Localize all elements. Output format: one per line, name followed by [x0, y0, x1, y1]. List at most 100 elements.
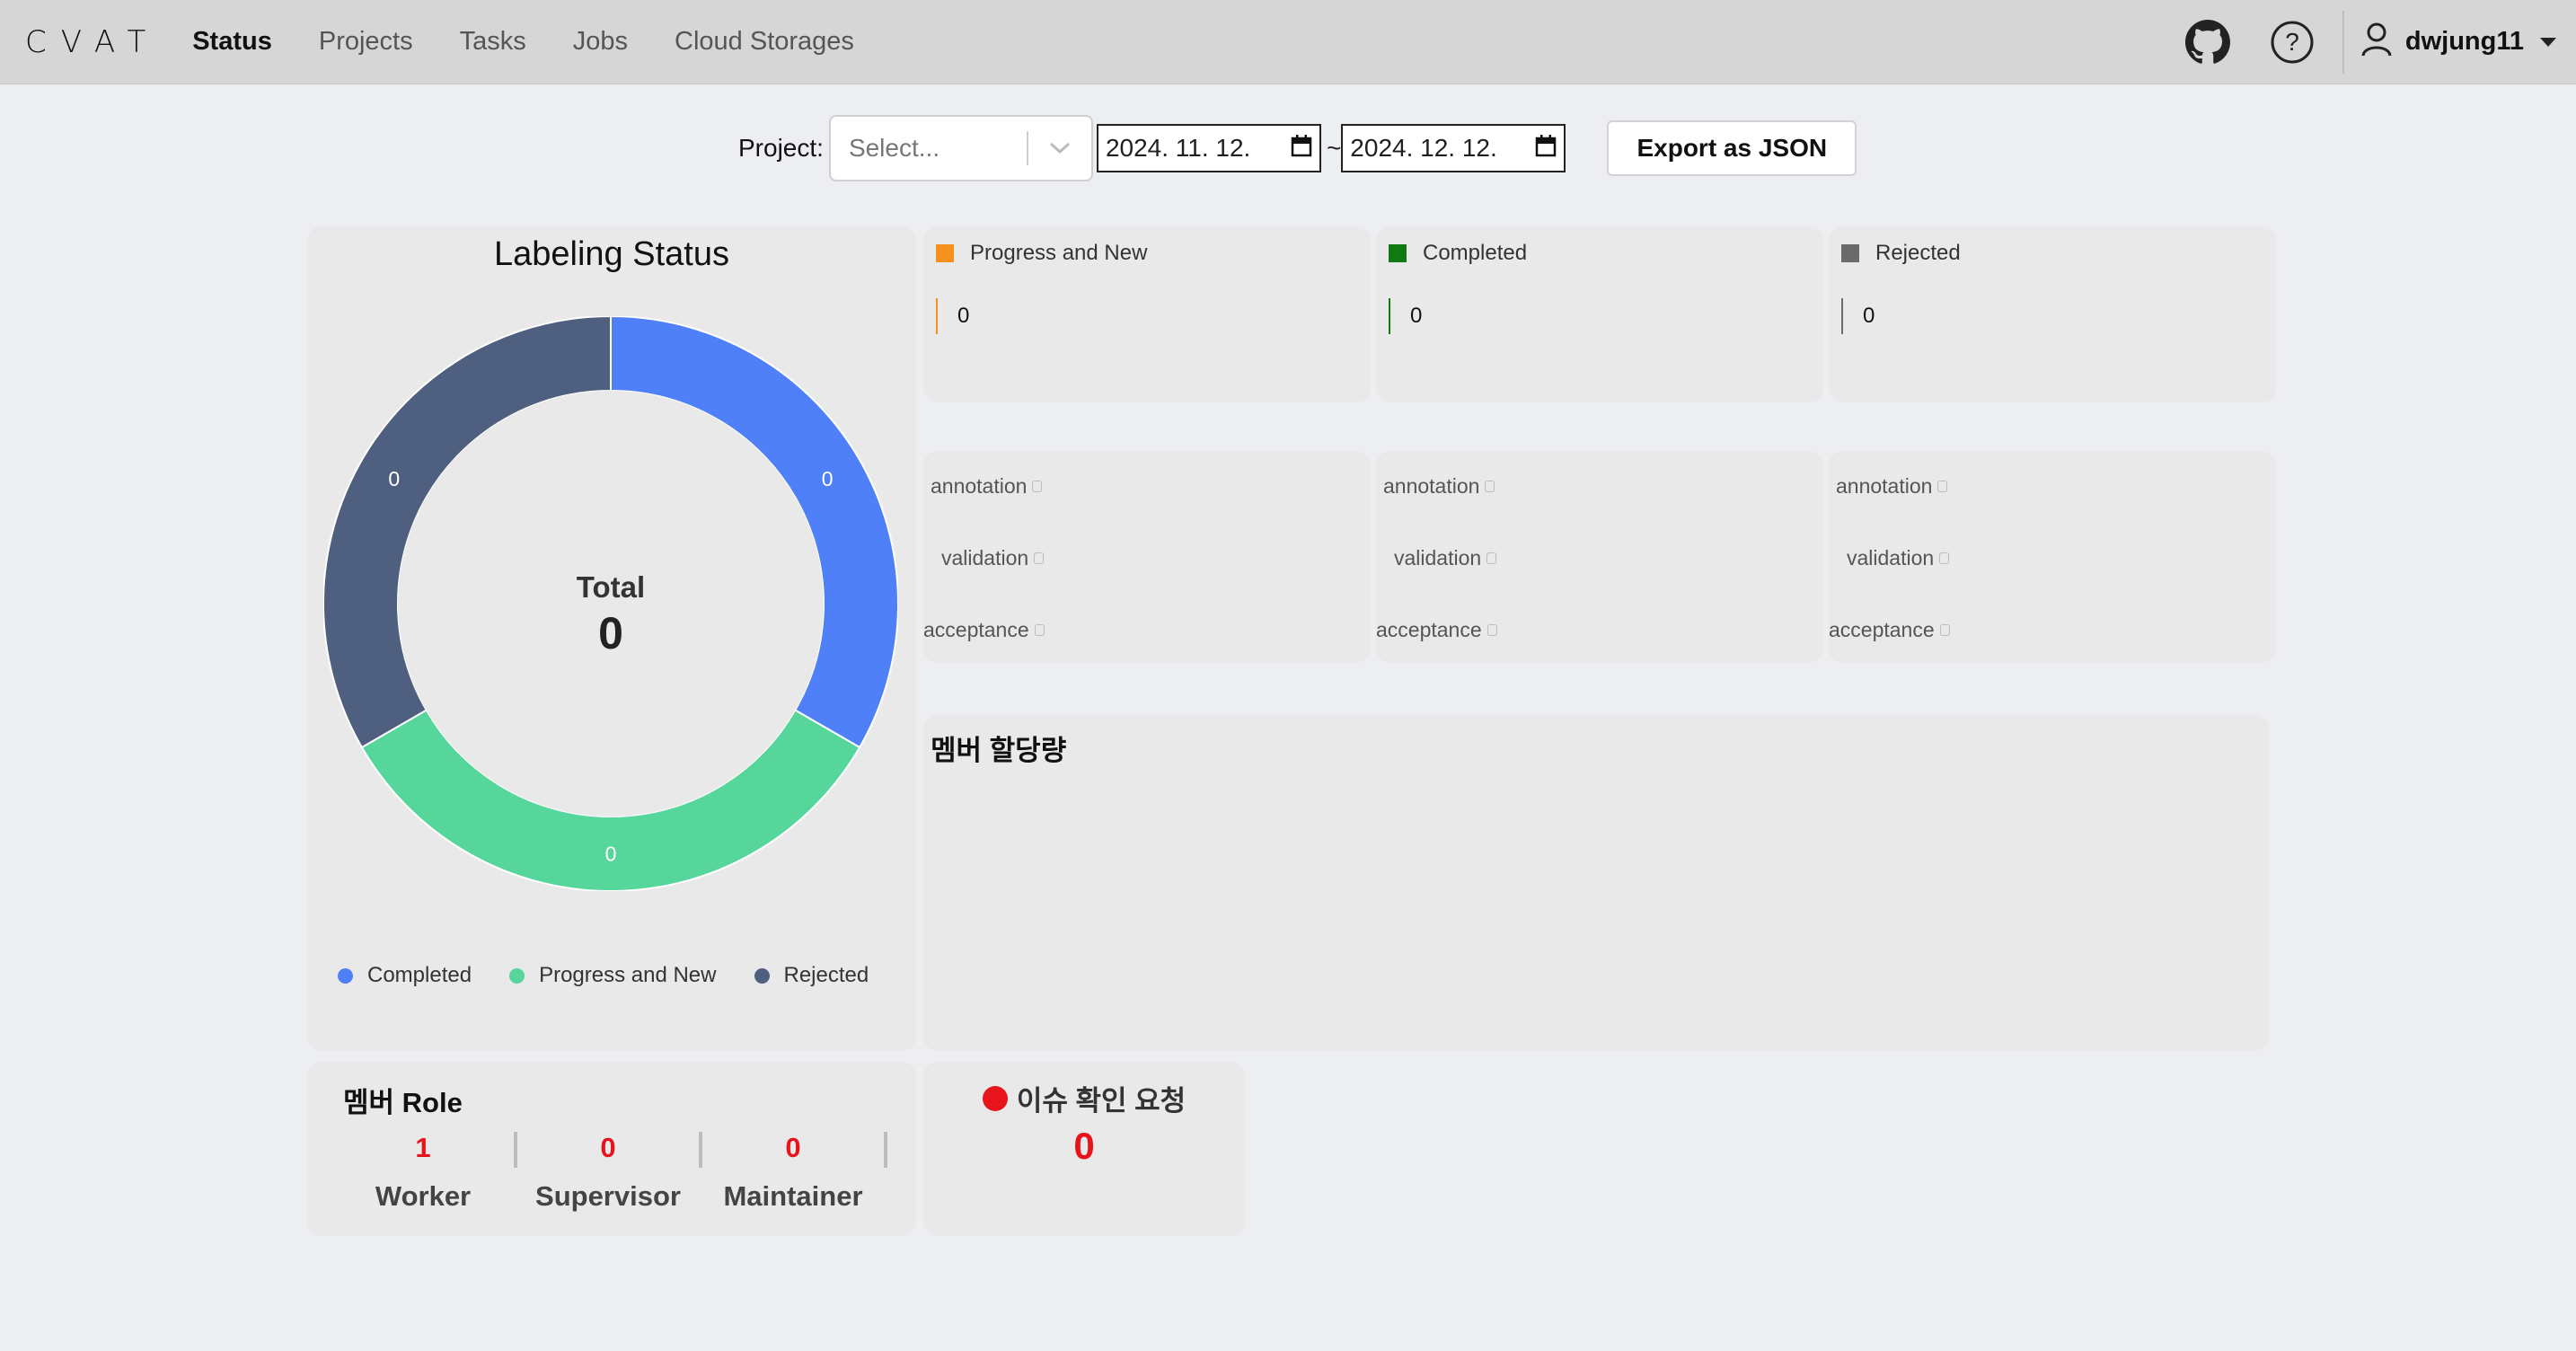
nav-projects[interactable]: Projects — [319, 27, 413, 57]
nav-status[interactable]: Status — [192, 27, 272, 57]
donut-segment-label: 0 — [605, 843, 617, 866]
stat-value: 0 — [957, 304, 970, 328]
donut-hole — [398, 391, 824, 817]
stage-label: validation — [941, 546, 1029, 570]
role-count: 0 — [600, 1132, 616, 1163]
stat-bar — [1841, 298, 1843, 334]
issue-request-card: 이슈 확인 요청 0 — [923, 1062, 1245, 1236]
mini-bar — [1034, 624, 1045, 636]
stage-label: annotation — [931, 474, 1028, 498]
calendar-icon[interactable] — [1535, 134, 1557, 163]
status-color-square — [936, 244, 954, 262]
mini-bar — [1032, 481, 1043, 492]
legend-dot — [754, 967, 770, 984]
stage-validation: validation — [1394, 546, 1497, 570]
mini-bar — [1937, 481, 1948, 492]
donut-total-value: 0 — [598, 608, 623, 658]
project-select-placeholder: Select... — [848, 134, 940, 162]
issue-count: 0 — [1073, 1125, 1095, 1167]
top-navbar: CVAT Status Projects Tasks Jobs Cloud St… — [0, 0, 2576, 84]
stage-label: validation — [1394, 546, 1482, 570]
legend-label: Rejected — [783, 963, 869, 987]
chevron-down-icon — [1028, 141, 1091, 155]
calendar-icon[interactable] — [1291, 134, 1312, 163]
date-separator: ~ — [1326, 134, 1342, 162]
cvat-logo[interactable]: CVAT — [25, 24, 160, 60]
header-divider — [2342, 10, 2344, 74]
role-divider — [884, 1132, 887, 1168]
stage-label: acceptance — [1376, 618, 1482, 641]
labeling-status-title: Labeling Status — [494, 235, 729, 273]
stat-label: Completed — [1423, 241, 1528, 265]
donut-segment-label: 0 — [822, 467, 834, 490]
legend-label: Completed — [367, 963, 472, 987]
stage-acceptance: acceptance — [1829, 618, 1950, 642]
legend-rejected[interactable]: Rejected — [754, 963, 869, 988]
role-name: Worker — [375, 1180, 472, 1212]
role-name: Supervisor — [535, 1180, 681, 1212]
project-label: Project: — [738, 134, 824, 162]
stage-validation: validation — [941, 546, 1045, 570]
legend-progress-and-new[interactable]: Progress and New — [509, 963, 717, 988]
labeling-status-donut: Total 0 0 0 0 — [323, 316, 898, 891]
donut-legend: Completed Progress and New Rejected — [338, 963, 869, 988]
stat-value: 0 — [1410, 304, 1423, 328]
role-name: Maintainer — [723, 1180, 863, 1212]
issue-request-title: 이슈 확인 요청 — [1016, 1085, 1187, 1117]
date-to-value: 2024. 12. 12. — [1350, 134, 1497, 162]
stage-annotation: annotation — [931, 474, 1043, 499]
member-allocation-card: 멤버 할당량 — [923, 715, 2269, 1051]
stage-validation: validation — [1847, 546, 1950, 570]
user-icon — [2360, 22, 2393, 62]
stage-label: annotation — [1383, 474, 1480, 498]
stat-label: Rejected — [1875, 241, 1961, 265]
stat-value-row: 0 — [1841, 298, 1875, 334]
svg-text:?: ? — [2285, 28, 2299, 56]
stage-card-progress: annotation validation acceptance — [923, 451, 1371, 663]
role-count: 0 — [785, 1132, 801, 1163]
legend-label: Progress and New — [539, 963, 717, 987]
role-maintainer: 0 Maintainer — [701, 1128, 887, 1213]
help-icon[interactable]: ? — [2269, 19, 2316, 66]
chevron-down-icon — [2540, 37, 2556, 47]
labeling-status-card: Labeling Status Total 0 0 0 0 Completed Pr… — [307, 226, 916, 1051]
github-icon[interactable] — [2184, 19, 2231, 66]
mini-bar — [1485, 481, 1495, 492]
stat-card-rejected: Rejected 0 — [1829, 226, 2276, 402]
status-color-square — [1841, 244, 1859, 262]
nav-jobs[interactable]: Jobs — [573, 27, 628, 57]
stage-label: acceptance — [923, 618, 1029, 641]
stage-label: validation — [1847, 546, 1935, 570]
stage-annotation: annotation — [1383, 474, 1495, 499]
date-from-value: 2024. 11. 12. — [1105, 134, 1251, 162]
mini-bar — [1486, 552, 1497, 564]
mini-bar — [1486, 624, 1497, 636]
red-dot-icon — [982, 1085, 1008, 1111]
stage-label: acceptance — [1829, 618, 1935, 641]
stat-value-row: 0 — [1389, 298, 1422, 334]
nav-cloud-storages[interactable]: Cloud Storages — [675, 27, 854, 57]
stat-bar — [936, 298, 938, 334]
stage-card-rejected: annotation validation acceptance — [1829, 451, 2276, 663]
legend-completed[interactable]: Completed — [338, 963, 472, 988]
stat-value-row: 0 — [936, 298, 969, 334]
stage-acceptance: acceptance — [923, 618, 1045, 642]
header-actions: ? dwjung11 — [2184, 0, 2576, 84]
stat-header: Progress and New — [936, 241, 1147, 266]
stat-value: 0 — [1863, 304, 1875, 328]
nav-tasks[interactable]: Tasks — [460, 27, 526, 57]
issue-request-header: 이슈 확인 요청 — [923, 1078, 1245, 1118]
member-role-title: 멤버 Role — [343, 1087, 463, 1118]
user-menu[interactable]: dwjung11 — [2360, 22, 2556, 62]
main-nav: Status Projects Tasks Jobs Cloud Storage… — [192, 27, 901, 57]
project-select[interactable]: Select... — [828, 115, 1093, 181]
export-json-button[interactable]: Export as JSON — [1607, 120, 1857, 176]
stage-label: annotation — [1836, 474, 1933, 498]
role-count: 1 — [415, 1132, 431, 1163]
date-to-input[interactable]: 2024. 12. 12. — [1341, 124, 1566, 172]
member-allocation-title: 멤버 할당량 — [931, 735, 1067, 766]
filter-bar: Project: Select... 2024. 11. 12. ~ 2024.… — [738, 115, 1857, 181]
member-role-card: 멤버 Role 1 Worker 0 Supervisor 0 Maintain… — [307, 1062, 916, 1236]
date-from-input[interactable]: 2024. 11. 12. — [1096, 124, 1321, 172]
stage-card-completed: annotation validation acceptance — [1376, 451, 1823, 663]
